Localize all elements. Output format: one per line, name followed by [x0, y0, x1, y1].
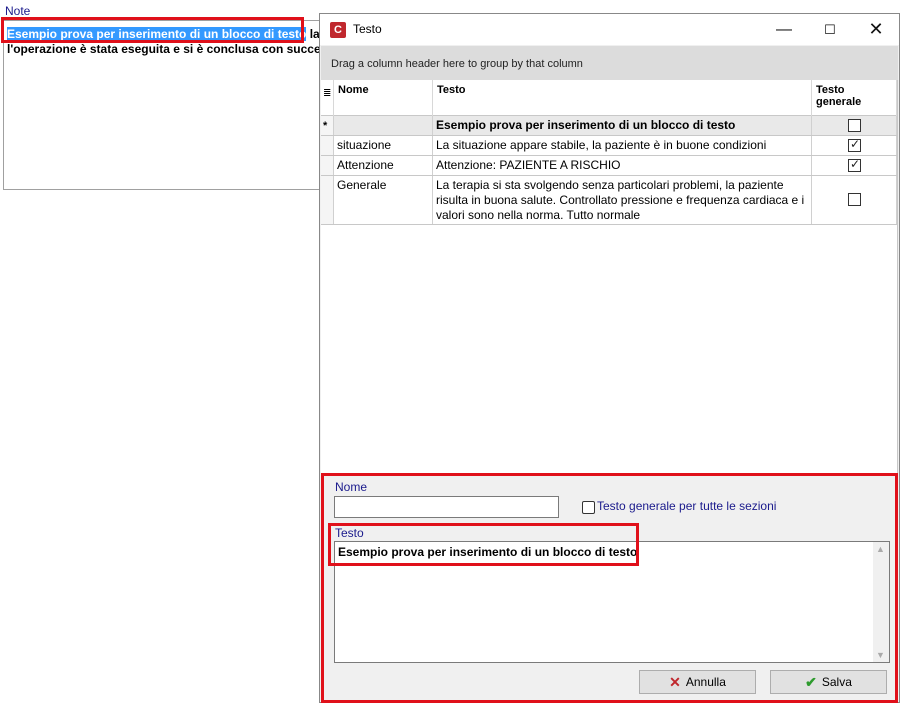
minimize-button[interactable]: —	[761, 14, 807, 45]
cell-nome[interactable]: Generale	[334, 176, 433, 224]
edit-panel: Nome Testo generale per tutte le sezioni…	[321, 473, 898, 703]
table-row-new[interactable]: * Esempio prova per inserimento di un bl…	[321, 116, 897, 136]
cell-testo[interactable]: La situazione appare stabile, la pazient…	[433, 136, 812, 155]
column-header-testo-generale[interactable]: Testo generale	[812, 80, 897, 116]
note-line-2: l'operazione è stata eseguita e si è con…	[7, 42, 321, 56]
cell-nome[interactable]: situazione	[334, 136, 433, 155]
note-text-rest: la	[306, 27, 320, 41]
generale-checkbox[interactable]	[848, 157, 861, 172]
cell-generale[interactable]	[812, 136, 897, 155]
close-button[interactable]: ✕	[853, 14, 899, 45]
highlight-edit-panel	[321, 473, 898, 703]
new-row-indicator: *	[321, 116, 334, 135]
table-row[interactable]: situazione La situazione appare stabile,…	[321, 136, 897, 156]
maximize-button[interactable]: ☐	[807, 14, 853, 45]
generale-checkbox[interactable]	[848, 137, 861, 152]
grid-header: ≣ Nome Testo Testo generale	[321, 80, 897, 116]
dialog-title: Testo	[353, 22, 382, 36]
highlight-note-selection	[1, 17, 304, 43]
group-by-hint: Drag a column header here to group by th…	[331, 58, 583, 70]
cell-generale[interactable]	[812, 156, 897, 175]
app-icon: C	[330, 22, 346, 38]
column-header-nome[interactable]: Nome	[334, 80, 433, 116]
texts-grid[interactable]: ≣ Nome Testo Testo generale * Esempio pr…	[321, 80, 898, 473]
testo-dialog: C Testo — ☐ ✕ Drag a column header here …	[319, 13, 900, 703]
row-indicator	[321, 176, 334, 224]
column-chooser-icon[interactable]: ≣	[321, 80, 334, 116]
table-row[interactable]: Attenzione Attenzione: PAZIENTE A RISCHI…	[321, 156, 897, 176]
cell-nome[interactable]	[334, 116, 433, 135]
cell-nome[interactable]: Attenzione	[334, 156, 433, 175]
cell-testo[interactable]: Esempio prova per inserimento di un bloc…	[433, 116, 812, 135]
note-textarea[interactable]: Esempio prova per inserimento di un bloc…	[3, 20, 333, 190]
row-indicator	[321, 136, 334, 155]
cell-generale[interactable]	[812, 176, 897, 224]
generale-checkbox[interactable]	[848, 119, 861, 132]
note-label: Note	[5, 4, 31, 18]
generale-checkbox[interactable]	[848, 193, 861, 206]
cell-testo[interactable]: Attenzione: PAZIENTE A RISCHIO	[433, 156, 812, 175]
column-header-testo[interactable]: Testo	[433, 80, 812, 116]
row-indicator	[321, 156, 334, 175]
group-by-panel[interactable]: Drag a column header here to group by th…	[321, 46, 898, 80]
title-bar[interactable]: C Testo — ☐ ✕	[320, 14, 899, 45]
cell-generale[interactable]	[812, 116, 897, 135]
table-row[interactable]: Generale La terapia si sta svolgendo sen…	[321, 176, 897, 225]
cell-testo[interactable]: La terapia si sta svolgendo senza partic…	[433, 176, 812, 224]
